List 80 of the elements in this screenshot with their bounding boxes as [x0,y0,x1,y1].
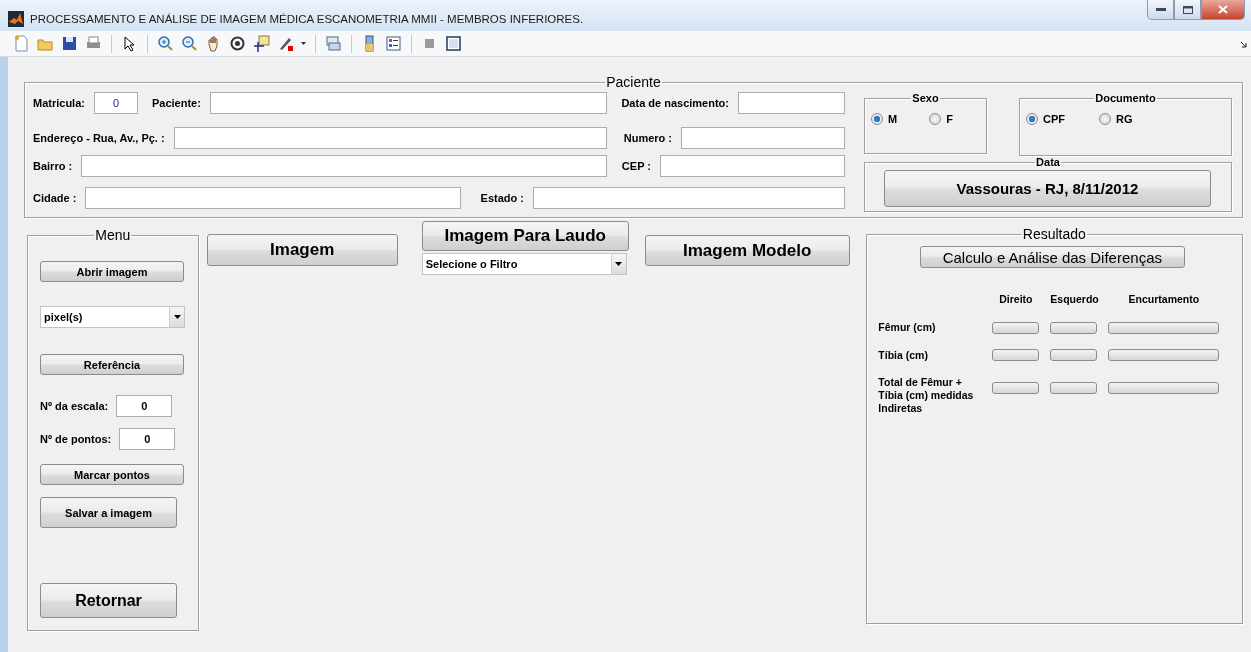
row-label: Fêmur (cm) [878,321,937,335]
radio-option[interactable]: CPF [1026,113,1065,126]
field-label: Bairro : [33,160,73,173]
caret-icon [169,307,184,328]
input-field[interactable] [173,127,607,150]
menu-button[interactable]: Salvar a imagem [40,497,177,529]
input-field[interactable] [681,127,845,150]
value-button[interactable] [1108,349,1220,362]
field-label: Matricula: [33,97,85,110]
input-field[interactable]: 0 [119,428,176,451]
column-header: Esquerdo [1050,293,1098,306]
window-title: PROCESSAMENTO E ANÁLISE DE IMAGEM MÉDICA ESCANOMETRIA MMII - MEMBROS INFERIORES. [30,12,584,25]
field-label: Paciente: [151,97,201,110]
caret-icon [610,254,626,274]
field-label: Endereço - Rua, Av., Pç. : [33,132,165,145]
image-button[interactable]: Imagem [206,234,398,266]
field-label: Cidade : [33,192,77,205]
group-title: Resultado [1021,227,1087,243]
data-cursor-icon[interactable] [253,35,270,52]
input-field[interactable] [85,187,461,210]
menu-button[interactable]: Abrir imagem [40,261,184,283]
unit-dropdown[interactable]: pixel(s) [40,306,185,329]
legend-icon[interactable] [385,35,402,52]
return-button[interactable]: Retornar [40,583,177,619]
matlab-logo-icon [8,10,24,27]
calculate-button[interactable]: Calculo e Análise das Diferenças [919,246,1185,269]
input-field[interactable] [209,92,607,115]
radio-option[interactable]: M [871,113,898,126]
menu-button[interactable]: Marcar pontos [40,464,184,486]
field-label: Nº de pontos: [40,433,112,446]
value-button[interactable] [992,321,1040,334]
field-label: Estado : [480,192,524,205]
close-icon [1218,5,1228,14]
close-button[interactable] [1201,0,1245,20]
row-label: Tíbia (cm) [878,348,929,362]
new-file-icon[interactable] [13,35,30,52]
filter-dropdown[interactable]: Selecione o Filtro [421,253,627,275]
value-button[interactable] [1108,381,1220,394]
field-label: Numero : [623,132,672,145]
menu-button[interactable]: Referência [40,354,184,376]
caret-icon[interactable] [301,42,306,45]
input-field[interactable]: 0 [116,395,173,418]
brush-icon[interactable] [277,35,294,52]
group-title: Sexo [911,92,940,105]
group-title: Menu [94,228,132,244]
value-button[interactable] [992,349,1040,362]
value-button[interactable] [1050,321,1098,334]
maximize-button[interactable] [1174,0,1201,20]
row-label: Total de Fêmur + Tíbia (cm) medidas Indiretas [878,375,975,415]
group-title: Data [1035,156,1061,169]
save-icon[interactable] [61,35,78,52]
field-label: Data de nascimento: [621,97,729,110]
group-title: Documento [1094,92,1157,105]
minimize-icon [1155,7,1166,12]
value-button[interactable] [992,381,1040,394]
field-label: Nº da escala: [40,400,109,413]
group-title: Paciente [605,75,662,91]
dock-arrow-icon[interactable] [1240,41,1248,49]
minimize-button[interactable] [1147,0,1174,20]
model-image-button[interactable]: Imagem Modelo [644,235,850,266]
zoom-out-icon[interactable] [181,35,198,52]
rotate-icon[interactable] [229,35,246,52]
column-header: Direito [998,293,1034,306]
radio-option[interactable]: RG [1099,113,1133,126]
input-field[interactable]: 0 [93,92,138,115]
field-label: CEP : [621,160,651,173]
zoom-in-icon[interactable] [157,35,174,52]
value-button[interactable] [1050,349,1098,362]
value-button[interactable] [1050,381,1098,394]
input-field[interactable] [738,92,845,115]
report-image-button[interactable]: Imagem Para Laudo [421,221,629,251]
date-button[interactable]: Vassouras - RJ, 8/11/2012 [884,170,1211,208]
value-button[interactable] [1108,321,1220,334]
input-field[interactable] [533,187,845,210]
column-header: Encurtamento [1127,293,1201,306]
link-icon[interactable] [325,35,342,52]
input-field[interactable] [81,155,607,178]
input-field[interactable] [660,155,845,178]
window-icon[interactable] [445,35,462,52]
maximize-icon [1182,5,1193,14]
